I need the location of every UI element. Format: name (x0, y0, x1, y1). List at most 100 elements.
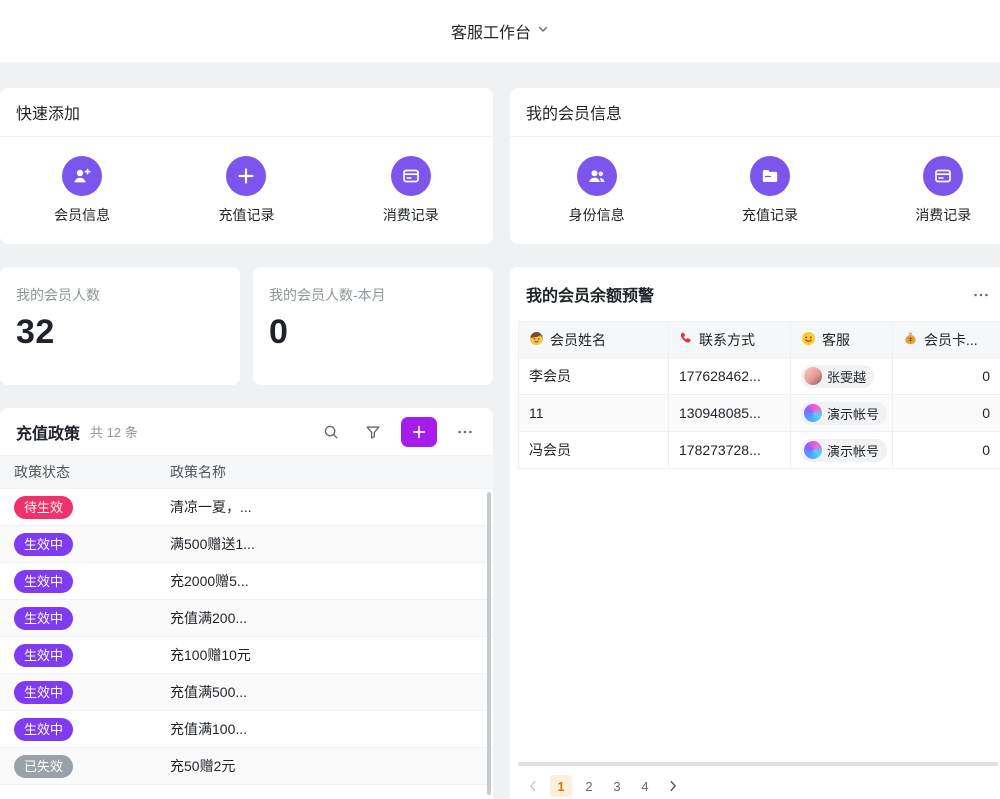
status-badge: 生效中 (14, 681, 73, 704)
search-icon[interactable] (317, 418, 345, 446)
stat-value: 32 (0, 305, 240, 352)
receipt-icon (923, 156, 963, 196)
table-row[interactable]: 11 130948085... 演示帐号 0 (519, 395, 1000, 432)
card-balance: 0 (893, 395, 1000, 432)
policy-card-header: 充值政策 共 12 条 (0, 408, 493, 455)
horizontal-scrollbar[interactable] (518, 762, 998, 766)
avatar (804, 404, 822, 422)
icon-label: 消费记录 (915, 205, 971, 225)
add-record-button[interactable] (401, 417, 437, 447)
icon-label: 消费记录 (383, 205, 439, 225)
member-contact: 130948085... (669, 395, 791, 432)
policy-name: 充值满100... (154, 719, 493, 739)
people-icon (577, 156, 617, 196)
status-badge: 生效中 (14, 570, 73, 593)
member-name: 李会员 (519, 358, 669, 395)
table-row[interactable]: 李会员 177628462... 张雯越 0 (519, 358, 1000, 395)
table-row[interactable]: 生效中 充值满100... (0, 711, 493, 748)
stat-label: 我的会员人数 (0, 267, 240, 305)
app-title-dropdown[interactable]: 客服工作台 (451, 19, 549, 43)
icon-label: 会员信息 (54, 205, 110, 225)
next-page-button[interactable] (662, 775, 684, 797)
card-title: 快速添加 (0, 88, 493, 137)
policy-table-header: 政策状态 政策名称 (0, 455, 493, 489)
card-title: 充值政策 (16, 420, 80, 444)
status-badge: 生效中 (14, 533, 73, 556)
table-row[interactable]: 已失效 充50赠2元 (0, 748, 493, 785)
member-consume-record[interactable]: 消费记录 (857, 156, 1000, 225)
stat-label: 我的会员人数-本月 (253, 267, 493, 305)
balance-table: 会员姓名 联系方式 客服 会员卡... 李会员 177628462... 张雯越 (518, 321, 1000, 469)
stat-value: 0 (253, 305, 493, 352)
pagination: 1 2 3 4 (522, 775, 684, 797)
agent-name: 演示帐号 (827, 441, 879, 460)
agent-cell: 演示帐号 (791, 395, 893, 432)
page-button[interactable]: 4 (634, 775, 656, 797)
column-header: 政策名称 (154, 462, 493, 482)
quick-add-member-info[interactable]: 会员信息 (0, 156, 164, 225)
member-contact: 178273728... (669, 432, 791, 469)
column-header-agent: 客服 (791, 322, 893, 358)
member-info-actions: 身份信息 充值记录 消费记录 (510, 137, 1000, 243)
column-header-contact: 联系方式 (669, 322, 791, 358)
policy-name: 充值满200... (154, 608, 493, 628)
table-row[interactable]: 生效中 满500赠送1... (0, 526, 493, 563)
table-row[interactable]: 生效中 充2000赠5... (0, 563, 493, 600)
quick-add-consume-record[interactable]: 消费记录 (329, 156, 493, 225)
filter-icon[interactable] (359, 418, 387, 446)
my-member-info-card: 我的会员信息 身份信息 充值记录 消费记录 (510, 88, 1000, 244)
folder-icon (750, 156, 790, 196)
policy-name: 充100赠10元 (154, 645, 493, 665)
table-row[interactable]: 冯会员 178273728... 演示帐号 0 (519, 432, 1000, 469)
stat-card-member-count: 我的会员人数 32 (0, 267, 240, 385)
agent-pill: 演示帐号 (801, 402, 887, 425)
card-balance: 0 (893, 358, 1000, 395)
avatar (804, 441, 822, 459)
column-label: 客服 (822, 330, 850, 350)
icon-label: 充值记录 (742, 205, 798, 225)
column-label: 会员姓名 (550, 330, 606, 350)
money-bag-icon (903, 331, 918, 349)
page-button[interactable]: 1 (550, 775, 572, 797)
table-row[interactable]: 待生效 清凉一夏，... (0, 489, 493, 526)
policy-name: 充值满500... (154, 682, 493, 702)
status-badge: 生效中 (14, 644, 73, 667)
balance-warning-card: 我的会员余额预警 会员姓名 联系方式 客服 会员卡... 李 (510, 267, 1000, 799)
column-header-member-name: 会员姓名 (519, 322, 669, 358)
record-count: 共 12 条 (90, 422, 138, 441)
quick-add-recharge-record[interactable]: 充值记录 (164, 156, 328, 225)
more-icon[interactable] (451, 418, 479, 446)
smiley-icon (801, 331, 816, 349)
prev-page-button[interactable] (522, 775, 544, 797)
quick-add-card: 快速添加 会员信息 充值记录 消费记录 (0, 88, 493, 244)
vertical-scrollbar[interactable] (487, 492, 491, 795)
page-title: 客服工作台 (451, 19, 531, 43)
status-badge: 生效中 (14, 607, 73, 630)
balance-card-header: 我的会员余额预警 (510, 267, 1000, 321)
column-header-card-balance: 会员卡... (893, 322, 1000, 358)
member-identity-info[interactable]: 身份信息 (510, 156, 683, 225)
agent-cell: 演示帐号 (791, 432, 893, 469)
status-badge: 待生效 (14, 496, 73, 519)
member-name: 冯会员 (519, 432, 669, 469)
agent-pill: 张雯越 (801, 365, 874, 388)
icon-label: 充值记录 (218, 205, 274, 225)
balance-table-header: 会员姓名 联系方式 客服 会员卡... (519, 322, 1000, 358)
agent-name: 张雯越 (827, 367, 866, 386)
member-recharge-record[interactable]: 充值记录 (683, 156, 856, 225)
card-title: 我的会员信息 (510, 88, 1000, 137)
member-contact: 177628462... (669, 358, 791, 395)
table-row[interactable]: 生效中 充值满500... (0, 674, 493, 711)
chevron-down-icon (537, 22, 549, 40)
page-button[interactable]: 2 (578, 775, 600, 797)
agent-pill: 演示帐号 (801, 439, 887, 462)
more-icon[interactable] (968, 283, 994, 307)
status-badge: 已失效 (14, 755, 73, 778)
plus-icon (226, 156, 266, 196)
table-row[interactable]: 生效中 充100赠10元 (0, 637, 493, 674)
table-row[interactable]: 生效中 充值满200... (0, 600, 493, 637)
member-name: 11 (519, 395, 669, 432)
page-button[interactable]: 3 (606, 775, 628, 797)
recharge-policy-card: 充值政策 共 12 条 政策状态 政策名称 待生效 清凉一夏，... (0, 408, 493, 799)
phone-icon (679, 331, 693, 348)
